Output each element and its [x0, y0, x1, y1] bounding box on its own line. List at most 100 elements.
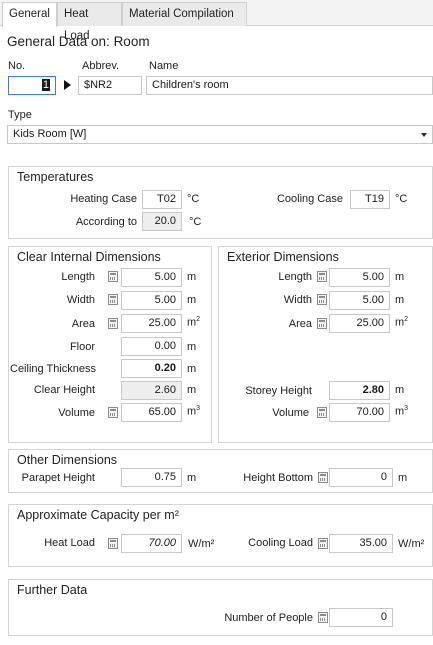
- no-value: 1: [41, 79, 50, 91]
- ci-ceiling-field[interactable]: 0.20: [121, 359, 182, 378]
- ci-area-label: Area: [71, 318, 95, 330]
- type-value: Kids Room [W]: [13, 128, 87, 140]
- tab-material-compilation[interactable]: Material Compilation: [122, 2, 247, 26]
- calculator-icon[interactable]: [108, 538, 118, 549]
- ex-area-unit: m2: [395, 316, 408, 329]
- calculator-icon[interactable]: [318, 472, 328, 483]
- cooling-case-label: Cooling Case: [276, 193, 343, 205]
- calculator-icon[interactable]: [318, 612, 328, 623]
- abbrev-label: Abbrev.: [82, 60, 120, 72]
- ci-floor-label: Floor: [69, 341, 95, 353]
- temperatures-title: Temperatures: [17, 170, 94, 184]
- ex-area-field[interactable]: 25.00: [329, 314, 390, 333]
- ci-width-label: Width: [66, 294, 95, 306]
- ex-area-label: Area: [288, 318, 312, 330]
- people-field[interactable]: 0: [329, 608, 393, 627]
- cooling-load-label: Cooling Load: [248, 537, 313, 549]
- no-field[interactable]: 1: [8, 76, 56, 95]
- calculator-icon[interactable]: [108, 271, 118, 282]
- ci-area-unit: m2: [187, 316, 200, 329]
- ci-area-unit-sup: 2: [196, 316, 201, 323]
- record-pointer-icon: [64, 80, 71, 90]
- parapet-label: Parapet Height: [21, 472, 95, 484]
- ci-volume-unit-base: m: [187, 405, 197, 418]
- parapet-unit: m: [187, 472, 197, 484]
- ex-storey-label: Storey Height: [245, 385, 312, 397]
- ex-width-label: Width: [283, 294, 312, 306]
- name-field[interactable]: Children's room: [146, 76, 433, 95]
- ci-clear-height-field: 2.60: [121, 381, 182, 400]
- heating-case-field[interactable]: T02: [142, 190, 182, 209]
- height-bottom-label: Height Bottom: [243, 472, 313, 484]
- ex-length-field[interactable]: 5.00: [329, 268, 390, 287]
- other-dimensions-title: Other Dimensions: [17, 453, 118, 467]
- heat-load-label: Heat Load: [44, 537, 95, 549]
- clear-internal-title: Clear Internal Dimensions: [17, 250, 161, 264]
- calculator-icon[interactable]: [317, 271, 327, 282]
- calculator-icon[interactable]: [108, 407, 118, 418]
- according-to-unit: °C: [189, 216, 202, 228]
- ci-length-label: Length: [61, 271, 95, 283]
- ci-width-unit: m: [187, 294, 197, 306]
- calculator-icon[interactable]: [317, 407, 327, 418]
- ex-volume-unit-sup: 3: [404, 405, 409, 412]
- ci-length-unit: m: [187, 271, 197, 283]
- calculator-icon[interactable]: [108, 318, 118, 329]
- calculator-icon[interactable]: [318, 538, 328, 549]
- calculator-icon[interactable]: [317, 318, 327, 329]
- abbrev-field[interactable]: $NR2: [78, 76, 142, 95]
- type-select[interactable]: Kids Room [W]: [7, 125, 433, 144]
- ci-volume-label: Volume: [58, 407, 95, 419]
- ci-volume-field[interactable]: 65.00: [121, 403, 182, 422]
- according-to-field: 20.0: [142, 212, 182, 231]
- ex-width-unit: m: [395, 294, 405, 306]
- calculator-icon[interactable]: [317, 294, 327, 305]
- tab-general[interactable]: General: [2, 2, 57, 27]
- ci-volume-unit-sup: 3: [196, 405, 201, 412]
- further-data-title: Further Data: [17, 583, 88, 597]
- people-label: Number of People: [224, 612, 313, 624]
- ci-width-field[interactable]: 5.00: [121, 291, 182, 310]
- height-bottom-field[interactable]: 0: [329, 468, 393, 487]
- name-label: Name: [149, 60, 179, 72]
- ci-ceiling-label: Ceiling Thickness: [10, 363, 97, 375]
- ex-storey-field[interactable]: 2.80: [329, 381, 390, 400]
- ex-volume-field[interactable]: 70.00: [329, 403, 390, 422]
- ci-floor-field[interactable]: 0.00: [121, 337, 182, 356]
- ci-volume-unit: m3: [187, 405, 200, 418]
- heat-load-field[interactable]: 70.00: [121, 534, 182, 553]
- ex-volume-unit-base: m: [395, 405, 405, 418]
- ex-volume-label: Volume: [272, 407, 309, 419]
- ci-clear-height-label: Clear Height: [33, 384, 95, 396]
- cooling-load-unit: W/m²: [398, 538, 425, 550]
- ci-length-field[interactable]: 5.00: [121, 268, 182, 287]
- exterior-title: Exterior Dimensions: [227, 250, 339, 264]
- ex-area-unit-base: m: [395, 316, 405, 329]
- heating-case-label: Heating Case: [70, 193, 137, 205]
- ex-storey-unit: m: [395, 384, 405, 396]
- cooling-load-field[interactable]: 35.00: [329, 534, 393, 553]
- tab-heat-load[interactable]: Heat Load: [57, 2, 122, 42]
- ci-ceiling-unit: m: [187, 363, 197, 375]
- ex-area-unit-sup: 2: [404, 316, 409, 323]
- cooling-case-field[interactable]: T19: [350, 190, 390, 209]
- ci-floor-unit: m: [187, 341, 197, 353]
- calculator-icon[interactable]: [108, 294, 118, 305]
- ci-area-unit-base: m: [187, 316, 197, 329]
- according-to-label: According to: [75, 216, 137, 228]
- ex-width-field[interactable]: 5.00: [329, 291, 390, 310]
- ci-area-field[interactable]: 25.00: [121, 314, 182, 333]
- chevron-down-icon[interactable]: [421, 133, 427, 137]
- capacity-title: Approximate Capacity per m²: [17, 508, 179, 522]
- heating-case-unit: °C: [187, 193, 200, 205]
- page-title: General Data on: Room: [7, 34, 150, 49]
- type-label: Type: [8, 109, 32, 121]
- ci-clear-height-unit: m: [187, 384, 197, 396]
- ex-length-label: Length: [278, 271, 312, 283]
- heat-load-unit: W/m²: [188, 538, 215, 550]
- no-label: No.: [8, 60, 26, 72]
- ex-length-unit: m: [395, 271, 405, 283]
- parapet-field[interactable]: 0.75: [121, 468, 182, 487]
- cooling-case-unit: °C: [395, 193, 408, 205]
- ex-volume-unit: m3: [395, 405, 408, 418]
